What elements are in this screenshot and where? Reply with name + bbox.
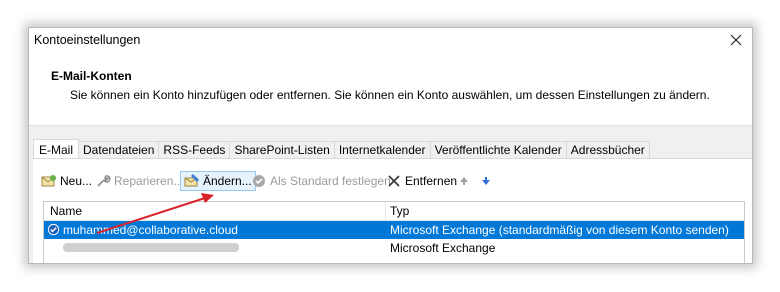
change-button[interactable]: Ändern... — [180, 171, 256, 191]
move-up-button[interactable] — [459, 171, 469, 191]
new-button[interactable]: Neu... — [41, 171, 92, 191]
account-row[interactable]: muhammed@collaborative.cloud Microsoft E… — [44, 221, 744, 239]
close-button[interactable] — [720, 28, 752, 52]
dialog-header: E-Mail-Konten Sie können ein Konto hinzu… — [29, 52, 752, 126]
header-description: Sie können ein Konto hinzufügen oder ent… — [70, 88, 710, 102]
title-bar: Kontoeinstellungen — [29, 28, 752, 52]
account-row[interactable]: Microsoft Exchange — [44, 239, 744, 257]
default-account-check-icon — [47, 223, 60, 236]
column-separator[interactable] — [385, 202, 386, 220]
set-default-button[interactable]: Als Standard festlegen — [251, 171, 391, 191]
move-down-button[interactable] — [481, 171, 491, 191]
set-default-button-label: Als Standard festlegen — [270, 174, 391, 188]
column-header-name[interactable]: Name — [50, 204, 82, 218]
remove-button[interactable]: Entfernen — [386, 171, 457, 191]
list-header: Name Typ — [44, 202, 744, 221]
blurred-text — [63, 243, 239, 252]
account-settings-dialog: Kontoeinstellungen E-Mail-Konten Sie kön… — [28, 27, 753, 264]
new-button-label: Neu... — [60, 174, 93, 188]
arrow-up-icon — [460, 177, 468, 185]
close-icon — [730, 34, 742, 46]
new-account-icon — [41, 175, 56, 187]
email-tab-panel: Neu... Reparieren... Ändern... Als Stand… — [33, 158, 752, 263]
remove-button-label: Entfernen — [405, 174, 458, 188]
column-header-type[interactable]: Typ — [390, 204, 409, 218]
tab-strip: E-Mail Datendateien RSS-Feeds SharePoint… — [33, 139, 650, 161]
remove-x-icon — [388, 175, 400, 187]
dialog-body: E-Mail Datendateien RSS-Feeds SharePoint… — [29, 126, 752, 263]
wrench-icon — [97, 175, 111, 187]
change-button-label: Ändern... — [203, 174, 252, 188]
account-type: Microsoft Exchange (standardmäßig von di… — [390, 223, 729, 237]
checkmark-circle-icon — [253, 175, 265, 187]
repair-button[interactable]: Reparieren... — [95, 171, 183, 191]
account-name-obscured — [63, 241, 239, 255]
toolbar: Neu... Reparieren... Ändern... Als Stand… — [33, 171, 752, 193]
repair-button-label: Reparieren... — [114, 174, 184, 188]
account-name: muhammed@collaborative.cloud — [63, 223, 238, 237]
account-type: Microsoft Exchange — [390, 241, 496, 255]
arrow-down-icon — [482, 177, 490, 185]
window-title: Kontoeinstellungen — [34, 33, 141, 47]
change-account-icon — [184, 174, 199, 187]
header-title: E-Mail-Konten — [51, 69, 132, 83]
accounts-list: Name Typ muhammed@collaborative.cloud Mi… — [43, 201, 745, 263]
